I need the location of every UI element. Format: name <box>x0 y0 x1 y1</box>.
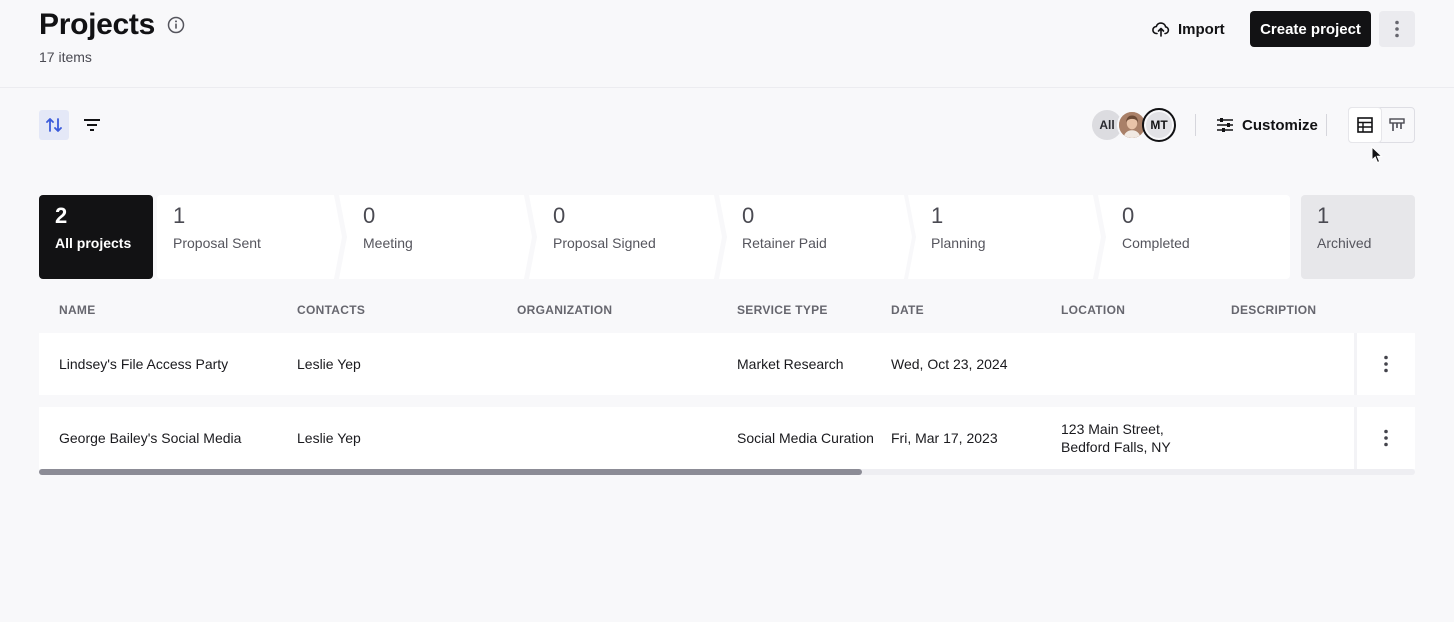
column-header-name[interactable]: NAME <box>59 303 96 317</box>
table-header: NAME CONTACTS ORGANIZATION SERVICE TYPE … <box>39 300 1415 320</box>
view-toggle <box>1348 107 1415 143</box>
location-line: 123 Main Street, <box>1061 421 1164 437</box>
column-header-description[interactable]: DESCRIPTION <box>1231 303 1316 317</box>
cell-date: Fri, Mar 17, 2023 <box>891 430 998 446</box>
stage-label: Archived <box>1317 235 1372 251</box>
cell-location: 123 Main Street, Bedford Falls, NY <box>1061 420 1171 456</box>
table-row[interactable]: Lindsey's File Access Party Leslie Yep M… <box>39 333 1415 395</box>
stage-label: Planning <box>931 235 986 251</box>
stage-count: 0 <box>742 203 755 228</box>
kebab-menu-icon <box>1395 20 1399 38</box>
column-header-date[interactable]: DATE <box>891 303 924 317</box>
stage-count: 0 <box>1122 203 1135 228</box>
cell-date: Wed, Oct 23, 2024 <box>891 356 1008 372</box>
cell-contacts[interactable]: Leslie Yep <box>297 429 361 447</box>
stage-planning[interactable]: 1 Planning <box>908 195 1101 279</box>
cell-name[interactable]: George Bailey's Social Media <box>59 429 241 447</box>
column-header-organization[interactable]: ORGANIZATION <box>517 303 612 317</box>
scrollbar-thumb[interactable] <box>39 469 862 475</box>
stage-completed[interactable]: 0 Completed <box>1098 195 1290 279</box>
info-icon[interactable] <box>167 16 185 34</box>
import-button[interactable]: Import <box>1140 12 1237 46</box>
stage-label: Proposal Signed <box>553 235 656 251</box>
page-header: Projects 17 items Import Create project <box>0 0 1454 88</box>
stage-count: 0 <box>363 203 376 228</box>
stage-meeting[interactable]: 0 Meeting <box>339 195 532 279</box>
stage-retainer-paid[interactable]: 0 Retainer Paid <box>719 195 912 279</box>
cloud-upload-icon <box>1152 22 1170 37</box>
filter-button[interactable] <box>77 110 107 140</box>
stage-all-projects[interactable]: 2 All projects <box>39 195 153 279</box>
stage-filter-bar: 2 All projects 1 Proposal Sent 0 Meeting… <box>39 195 1415 279</box>
stage-count: 1 <box>173 203 186 228</box>
stage-count: 0 <box>553 203 566 228</box>
sliders-icon <box>1217 118 1233 132</box>
table-view-button[interactable] <box>1349 108 1381 142</box>
stage-count: 1 <box>931 203 944 228</box>
cell-contacts[interactable]: Leslie Yep <box>297 355 361 373</box>
mouse-cursor-icon <box>1371 146 1383 164</box>
avatar-mt[interactable]: MT <box>1142 108 1176 142</box>
stage-proposal-sent[interactable]: 1 Proposal Sent <box>157 195 342 279</box>
stage-archived[interactable]: 1 Archived <box>1301 195 1415 279</box>
stage-count: 2 <box>55 203 68 228</box>
stage-label: Proposal Sent <box>173 235 261 251</box>
cell-name[interactable]: Lindsey's File Access Party <box>59 355 228 373</box>
stage-label: Completed <box>1122 235 1190 251</box>
create-project-button[interactable]: Create project <box>1250 11 1371 47</box>
sort-button[interactable] <box>39 110 69 140</box>
avatar-filter-group: All MT <box>1092 108 1182 142</box>
toolbar-divider <box>1195 114 1196 136</box>
table-row[interactable]: George Bailey's Social Media Leslie Yep … <box>39 407 1415 469</box>
cell-service-type: Market Research <box>737 356 844 372</box>
stage-label: All projects <box>55 235 132 251</box>
row-actions-button[interactable] <box>1354 407 1415 469</box>
stage-label: Retainer Paid <box>742 235 827 251</box>
stage-count: 1 <box>1317 203 1330 228</box>
stage-proposal-signed[interactable]: 0 Proposal Signed <box>529 195 722 279</box>
table-icon <box>1357 117 1373 133</box>
cell-service-type: Social Media Curation <box>737 430 874 446</box>
location-line: Bedford Falls, NY <box>1061 439 1171 455</box>
kebab-menu-icon <box>1384 355 1388 373</box>
horizontal-scrollbar[interactable] <box>39 469 1415 475</box>
sort-arrows-icon <box>46 118 62 132</box>
column-header-contacts[interactable]: CONTACTS <box>297 303 365 317</box>
board-view-button[interactable] <box>1381 108 1413 142</box>
kanban-icon <box>1389 118 1405 131</box>
item-count: 17 items <box>39 49 92 65</box>
filter-icon <box>84 119 100 131</box>
customize-label: Customize <box>1242 116 1318 134</box>
column-header-location[interactable]: LOCATION <box>1061 303 1125 317</box>
stage-label: Meeting <box>363 235 413 251</box>
row-actions-button[interactable] <box>1354 333 1415 395</box>
toolbar-divider <box>1326 114 1327 136</box>
page-title: Projects <box>39 8 155 41</box>
more-options-button[interactable] <box>1379 11 1415 47</box>
column-header-service-type[interactable]: SERVICE TYPE <box>737 303 828 317</box>
kebab-menu-icon <box>1384 429 1388 447</box>
import-label: Import <box>1178 20 1225 38</box>
customize-button[interactable]: Customize <box>1208 110 1326 140</box>
